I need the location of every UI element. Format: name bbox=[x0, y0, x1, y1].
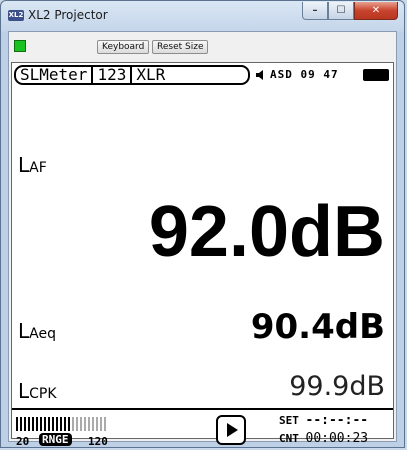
timer-set-value: --:--:-- bbox=[305, 413, 369, 428]
keyboard-button[interactable]: Keyboard bbox=[97, 40, 150, 54]
app-window: XL2 XL2 Projector – ☐ ✕ Keyboard Reset S… bbox=[0, 0, 405, 448]
level-bar-segment bbox=[84, 417, 86, 431]
timer-count-value: 00:00:23 bbox=[305, 431, 369, 446]
device-display[interactable]: SLMeter 123 XLR ASD 09 47 LAF 92.0dB LAe… bbox=[11, 62, 394, 448]
battery-icon bbox=[363, 69, 389, 81]
level-bar-segment bbox=[68, 417, 70, 431]
speaker-icon bbox=[256, 70, 263, 80]
range-low: 20 bbox=[16, 435, 30, 448]
minimize-button[interactable]: – bbox=[302, 2, 328, 20]
level-bar-segment bbox=[28, 417, 30, 431]
level-bar-segment bbox=[64, 417, 66, 431]
laeq-value: 90.4dB bbox=[250, 307, 385, 347]
level-bar-segment bbox=[60, 417, 62, 431]
play-button[interactable] bbox=[216, 415, 246, 445]
level-bar-segment bbox=[96, 417, 98, 431]
level-bar-segment bbox=[88, 417, 90, 431]
laf-label-sub: AF bbox=[29, 160, 47, 176]
lcpk-value: 99.9dB bbox=[289, 371, 385, 402]
level-bar-segment bbox=[16, 417, 18, 431]
level-bar-segment bbox=[44, 417, 46, 431]
divider bbox=[12, 408, 393, 410]
laf-label-letter: L bbox=[18, 153, 30, 177]
laeq-label-letter: L bbox=[18, 319, 30, 343]
level-bar-segment bbox=[100, 417, 102, 431]
level-bar-segment bbox=[24, 417, 26, 431]
lcpk-label-letter: L bbox=[18, 379, 30, 403]
app-icon: XL2 bbox=[8, 10, 24, 21]
timer-count-label: CNT bbox=[279, 432, 299, 445]
level-bar-segment bbox=[52, 417, 54, 431]
level-bar-segment bbox=[72, 417, 74, 431]
close-button[interactable]: ✕ bbox=[354, 2, 398, 20]
level-bargraph bbox=[16, 417, 108, 431]
laf-label: LAF bbox=[18, 153, 47, 177]
lcpk-label: LCPK bbox=[18, 379, 57, 403]
timer-set: SET --:--:-- bbox=[279, 413, 368, 428]
reset-size-button[interactable]: Reset Size bbox=[152, 40, 209, 54]
timer-count: CNT 00:00:23 bbox=[279, 431, 368, 446]
laf-value: 92.0dB bbox=[148, 192, 385, 272]
level-bar-segment bbox=[32, 417, 34, 431]
level-bar-segment bbox=[48, 417, 50, 431]
connection-status-led bbox=[14, 40, 26, 52]
level-bar-segment bbox=[20, 417, 22, 431]
laeq-label-sub: Aeq bbox=[29, 326, 56, 342]
function-tabs[interactable]: SLMeter 123 XLR bbox=[14, 65, 250, 85]
play-icon bbox=[227, 423, 238, 437]
lcpk-label-sub: CPK bbox=[29, 386, 57, 402]
range-button[interactable]: RNGE bbox=[39, 433, 72, 446]
title-bar[interactable]: XL2 XL2 Projector – ☐ ✕ bbox=[1, 1, 404, 31]
range-high: 120 bbox=[88, 435, 108, 448]
level-bar-segment bbox=[40, 417, 42, 431]
timer-set-label: SET bbox=[279, 414, 299, 427]
level-bar-segment bbox=[104, 417, 106, 431]
level-bar-segment bbox=[36, 417, 38, 431]
status-text: ASD 09 47 bbox=[270, 68, 339, 81]
client-area: Keyboard Reset Size SLMeter 123 XLR ASD … bbox=[8, 31, 397, 448]
level-bar-segment bbox=[92, 417, 94, 431]
tab-123[interactable]: 123 bbox=[93, 67, 133, 83]
level-bar-segment bbox=[80, 417, 82, 431]
window-controls: – ☐ ✕ bbox=[302, 2, 398, 20]
laeq-label: LAeq bbox=[18, 319, 56, 343]
tab-xlr[interactable]: XLR bbox=[132, 67, 169, 83]
maximize-button[interactable]: ☐ bbox=[328, 2, 354, 20]
window-title: XL2 Projector bbox=[28, 8, 108, 22]
tab-slmeter[interactable]: SLMeter bbox=[16, 67, 94, 83]
level-bar-segment bbox=[56, 417, 58, 431]
level-bar-segment bbox=[76, 417, 78, 431]
